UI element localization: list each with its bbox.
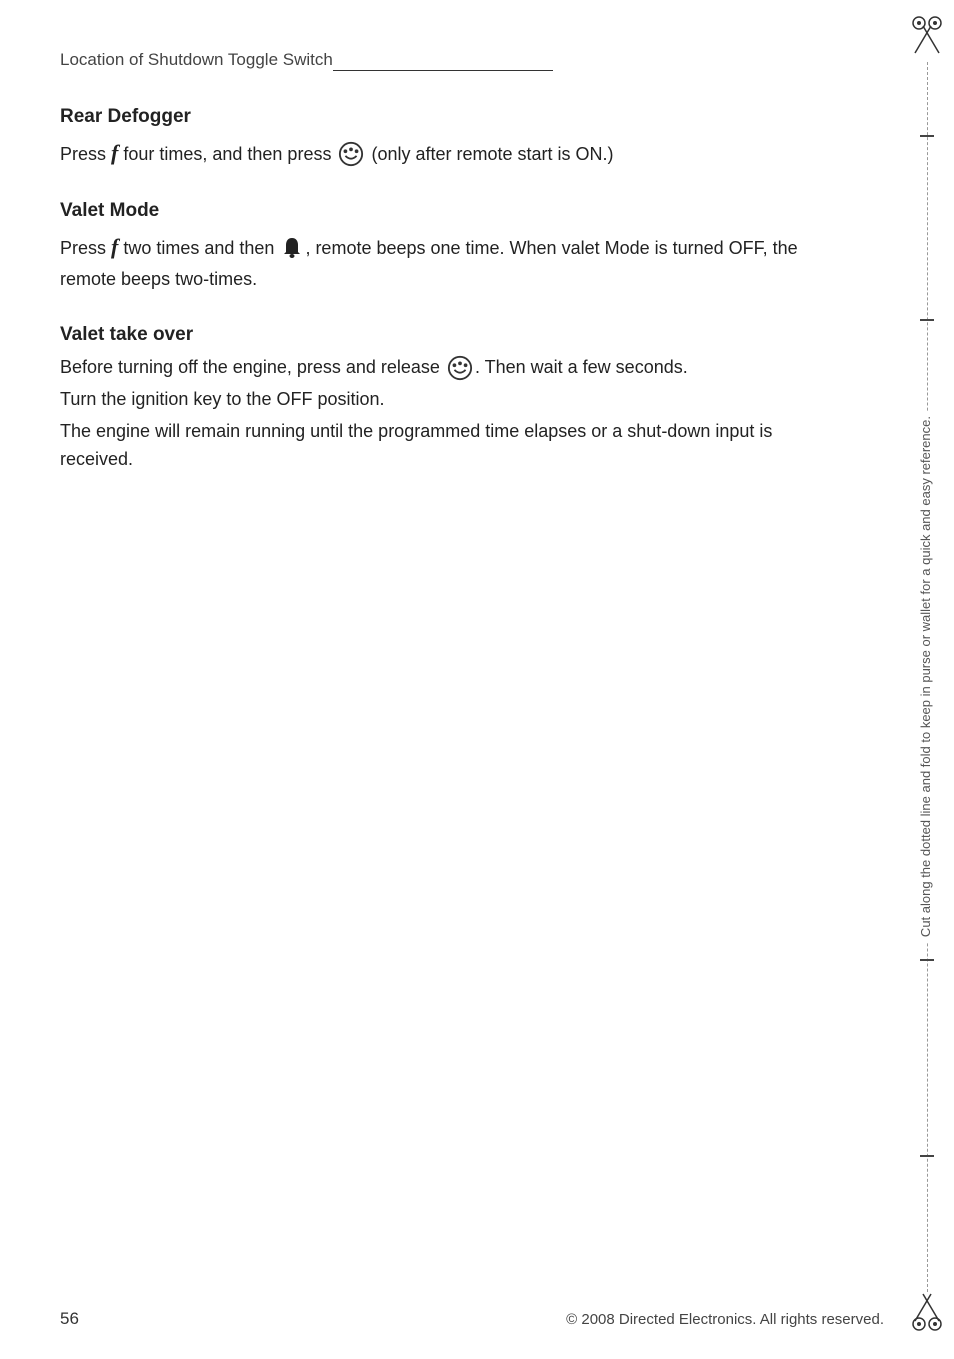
- section-title-valet-takeover: Valet take over: [60, 324, 834, 346]
- page-number: 56: [60, 1309, 79, 1329]
- section-valet-takeover: Valet take over Before turning off the e…: [60, 324, 834, 474]
- valet-takeover-line-1: Before turning off the engine, press and…: [60, 354, 834, 382]
- section-title-rear-defogger: Rear Defogger: [60, 106, 834, 128]
- location-text: Location of Shutdown Toggle Switch: [60, 50, 333, 69]
- remote-icon-1: [336, 141, 366, 167]
- scissors-bottom-icon: [911, 1292, 943, 1339]
- cut-line-container: Cut along the dotted line and fold to ke…: [915, 62, 937, 1292]
- section-rear-defogger: Rear Defogger Press f four times, and th…: [60, 106, 834, 170]
- section-title-valet-mode: Valet Mode: [60, 200, 834, 222]
- cut-line-area: Cut along the dotted line and fold to ke…: [899, 0, 954, 1359]
- page-container: Location of Shutdown Toggle Switch Rear …: [0, 0, 954, 1359]
- section-valet-mode: Valet Mode Press f two times and then , …: [60, 200, 834, 294]
- main-content: Location of Shutdown Toggle Switch Rear …: [60, 50, 834, 474]
- copyright: © 2008 Directed Electronics. All rights …: [566, 1311, 884, 1328]
- scissors-top-icon: [911, 15, 943, 62]
- footer: 56 © 2008 Directed Electronics. All righ…: [60, 1309, 884, 1329]
- section-body-valet-takeover: Before turning off the engine, press and…: [60, 354, 834, 474]
- location-underline: [333, 50, 553, 71]
- bell-icon: [279, 230, 305, 264]
- section-body-rear-defogger: Press f four times, and then press (only…: [60, 136, 834, 170]
- f-key-icon-2: f: [111, 234, 118, 259]
- location-line: Location of Shutdown Toggle Switch: [60, 50, 834, 71]
- valet-takeover-line-2: Turn the ignition key to the OFF positio…: [60, 386, 834, 414]
- f-key-icon: f: [111, 140, 118, 165]
- valet-takeover-line-3: The engine will remain running until the…: [60, 418, 834, 474]
- remote-icon-2: [445, 355, 475, 381]
- section-body-valet-mode: Press f two times and then , remote beep…: [60, 230, 834, 294]
- cut-line-text: Cut along the dotted line and fold to ke…: [915, 411, 937, 942]
